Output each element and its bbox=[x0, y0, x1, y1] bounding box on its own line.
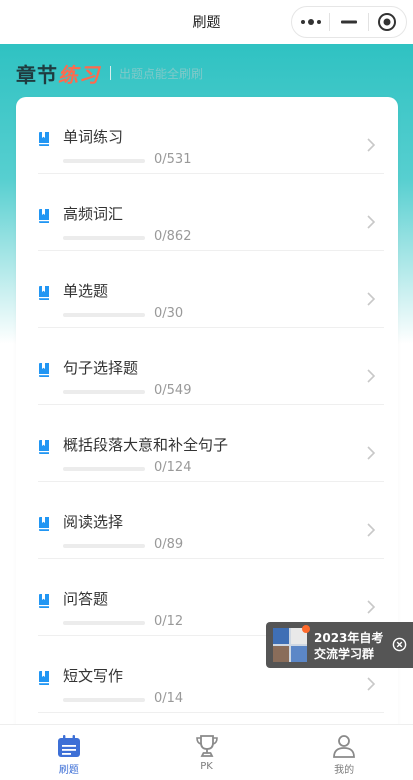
close-circle-icon[interactable] bbox=[392, 637, 407, 652]
progress-count: 0/30 bbox=[154, 306, 184, 321]
progress-bar bbox=[63, 544, 145, 548]
user-icon bbox=[333, 735, 356, 758]
progress-count: 0/531 bbox=[154, 152, 192, 167]
chapter-name: 概括段落大意和补全句子 bbox=[63, 436, 229, 454]
tab-mine[interactable]: 我的 bbox=[275, 725, 413, 780]
tab-pk[interactable]: PK bbox=[138, 725, 276, 780]
book-icon bbox=[39, 363, 49, 377]
chapter-item[interactable]: 概括段落大意和补全句子 0/124 bbox=[38, 405, 384, 482]
chapter-name: 单选题 bbox=[63, 282, 109, 300]
section-title-accent: 练习 bbox=[58, 62, 100, 87]
progress-bar bbox=[63, 621, 145, 625]
target-close-icon bbox=[378, 13, 397, 31]
chapter-item[interactable]: 阅读选择 0/89 bbox=[38, 482, 384, 559]
chevron-right-icon bbox=[367, 138, 376, 152]
progress-count: 0/89 bbox=[154, 537, 184, 552]
chapter-item[interactable]: 高频词汇 0/862 bbox=[38, 174, 384, 251]
study-group-text: 2023年自考 交流学习群 bbox=[314, 630, 383, 662]
chevron-right-icon bbox=[367, 369, 376, 383]
progress-bar bbox=[63, 698, 145, 702]
progress-bar bbox=[63, 236, 145, 240]
bottom-tab-bar: 刷题 PK 我的 bbox=[0, 724, 413, 780]
chevron-right-icon bbox=[367, 292, 376, 306]
trophy-icon bbox=[195, 735, 218, 757]
navigation-bar: 刷题 bbox=[0, 0, 413, 44]
chapter-name: 单词练习 bbox=[63, 128, 124, 146]
tab-label: 刷题 bbox=[58, 765, 79, 776]
chapter-name: 高频词汇 bbox=[63, 205, 124, 223]
book-icon bbox=[39, 517, 49, 531]
book-icon bbox=[39, 286, 49, 300]
title-divider bbox=[110, 66, 111, 80]
study-group-line1: 2023年自考 bbox=[314, 631, 384, 645]
chevron-right-icon bbox=[367, 677, 376, 691]
progress-count: 0/124 bbox=[154, 460, 192, 475]
progress-count: 0/862 bbox=[154, 229, 192, 244]
study-group-line2: 交流学习群 bbox=[314, 647, 375, 661]
chapter-item[interactable]: 句子选择题 0/549 bbox=[38, 328, 384, 405]
tab-label: PK bbox=[200, 761, 213, 772]
book-icon bbox=[39, 209, 49, 223]
minimize-icon bbox=[340, 20, 357, 24]
calendar-icon bbox=[57, 735, 80, 757]
mini-program-capsule bbox=[291, 6, 407, 38]
minimize-button[interactable] bbox=[330, 7, 367, 37]
chapter-name: 句子选择题 bbox=[63, 359, 139, 377]
chevron-right-icon bbox=[367, 446, 376, 460]
progress-bar bbox=[63, 467, 145, 471]
more-dots-icon bbox=[300, 19, 321, 25]
notification-dot bbox=[302, 625, 310, 633]
close-miniprogram-button[interactable] bbox=[369, 7, 406, 37]
more-button[interactable] bbox=[292, 7, 329, 37]
study-group-popup[interactable]: 2023年自考 交流学习群 bbox=[266, 622, 413, 668]
qr-code-thumbnail bbox=[273, 628, 307, 662]
chevron-right-icon bbox=[367, 600, 376, 614]
progress-bar bbox=[63, 313, 145, 317]
chevron-right-icon bbox=[367, 215, 376, 229]
book-icon bbox=[39, 132, 49, 146]
progress-bar bbox=[63, 159, 145, 163]
book-icon bbox=[39, 671, 49, 685]
section-title-main: 章节 bbox=[16, 62, 58, 87]
chapter-item[interactable]: 单词练习 0/531 bbox=[38, 97, 384, 174]
chapter-name: 阅读选择 bbox=[63, 513, 124, 531]
progress-count: 0/549 bbox=[154, 383, 192, 398]
chapter-name: 短文写作 bbox=[63, 667, 124, 685]
book-icon bbox=[39, 440, 49, 454]
chapter-name: 问答题 bbox=[63, 590, 109, 608]
progress-count: 0/14 bbox=[154, 691, 184, 706]
book-icon bbox=[39, 594, 49, 608]
page-title: 刷题 bbox=[192, 15, 221, 31]
progress-bar bbox=[63, 390, 145, 394]
section-subtitle: 出题点能全刷刷 bbox=[119, 66, 204, 81]
progress-count: 0/12 bbox=[154, 614, 184, 629]
tab-label: 我的 bbox=[334, 765, 355, 776]
section-header: 章节 练习 出题点能全刷刷 bbox=[16, 58, 203, 88]
chapter-item[interactable]: 单选题 0/30 bbox=[38, 251, 384, 328]
tab-practice[interactable]: 刷题 bbox=[0, 725, 138, 780]
chevron-right-icon bbox=[367, 523, 376, 537]
